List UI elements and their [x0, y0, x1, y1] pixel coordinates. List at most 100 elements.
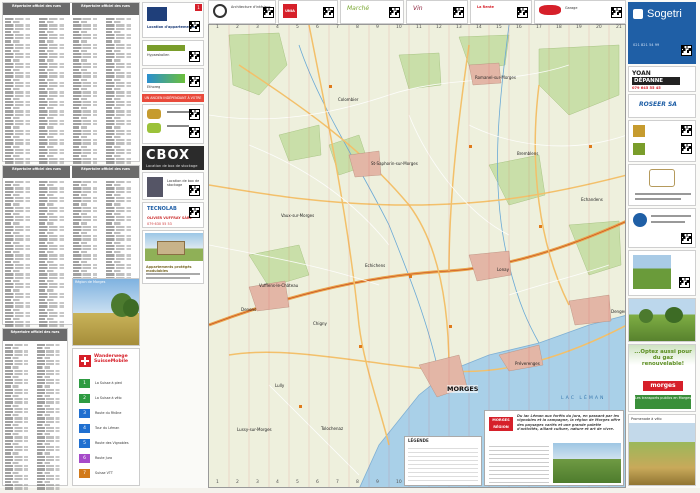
intro-text: Du lac Léman aux forêts du Jura, en pass…	[517, 414, 621, 431]
logo-icon	[147, 123, 161, 133]
ad-chalet[interactable]	[628, 164, 696, 206]
qr-code-icon	[189, 109, 200, 120]
brand-line: SuisseMobile	[94, 359, 129, 364]
index-heading: Répertoire officiel des rues	[72, 166, 139, 178]
qr-code-icon	[189, 185, 200, 196]
phone: 021 821 54 99	[633, 43, 660, 47]
grid-number: 9	[376, 25, 379, 30]
brand-name: Sogetri	[647, 8, 682, 20]
qr-code-icon	[263, 7, 274, 18]
top-ad-wine[interactable]: Vin	[406, 0, 468, 24]
place-label[interactable]: Lonay	[497, 267, 509, 272]
index-column	[38, 17, 70, 165]
photo-caption: Promenade à vélo	[631, 417, 662, 421]
route-symbol-label: Tour du Léman	[95, 426, 120, 430]
place-label[interactable]: St-Saphorin-sur-Morges	[371, 161, 418, 166]
map-sheet: Répertoire officiel des rues Répertoire …	[0, 0, 700, 490]
qr-code-icon	[389, 7, 400, 18]
ad-misc[interactable]	[628, 120, 696, 162]
place-label[interactable]: Préverenges	[515, 361, 540, 366]
brand-name: DÉPANNE	[632, 77, 680, 85]
sogetri-icon	[633, 9, 643, 19]
place-label[interactable]: Bremblens	[517, 151, 538, 156]
top-ad-unia[interactable]: UNIA	[278, 0, 338, 24]
top-ad-architecture[interactable]: Architecture d'intérieur	[208, 0, 276, 24]
ad-title: Vin	[413, 5, 423, 12]
grid-number: 3	[256, 25, 259, 30]
place-label[interactable]: Lussy-sur-Morges	[237, 427, 272, 432]
ad-apartments-photo[interactable]: Appartements protégés modulables	[142, 230, 204, 284]
top-ad-garage[interactable]: Garage	[534, 0, 626, 24]
ad-vineyard-photo: Promenade à vélo	[628, 414, 696, 486]
grid-number: 19	[576, 25, 582, 30]
ad-ethoreg[interactable]: Ethoreg	[142, 68, 204, 92]
grid-number: 2	[236, 480, 239, 485]
ad-renewable-gas[interactable]: ...Optez aussi pour du gaz renouvelable!…	[628, 344, 696, 412]
route-symbol-icon: 2	[79, 394, 90, 403]
unia-logo: UNIA	[283, 4, 297, 18]
qr-code-icon	[189, 207, 200, 218]
grid-number: 4	[276, 25, 279, 30]
place-label[interactable]: MORGES	[447, 385, 479, 393]
route-symbol-label: Route des Vignobles	[95, 441, 129, 445]
top-ad-rente[interactable]: La Rente	[470, 0, 532, 24]
ad-roseer[interactable]: ROSEER SA	[628, 94, 696, 118]
grid-number: 8	[356, 480, 359, 485]
ad-hypseskollen[interactable]: Hypseskollen	[142, 40, 204, 66]
index-column	[5, 180, 36, 328]
place-label[interactable]: Romanel-sur-Morges	[475, 75, 516, 80]
photo	[147, 177, 163, 197]
ad-plumbing[interactable]	[628, 208, 696, 248]
energy-slogan: ...Optez aussi pour du gaz renouvelable!	[634, 349, 692, 367]
grid-number: 10	[396, 25, 402, 30]
route-symbol-icon: 3	[79, 409, 90, 418]
index-column	[38, 180, 70, 328]
grid-number: 11	[416, 25, 422, 30]
place-label[interactable]: Tolochenaz	[321, 426, 343, 431]
map-legend[interactable]: LÉGENDE	[404, 436, 482, 486]
grid-number: 13	[456, 25, 462, 30]
ad-title: Hypseskollen	[147, 53, 170, 57]
logo-bar	[147, 74, 185, 83]
place-label[interactable]: Vufflens-le-Château	[259, 283, 298, 288]
brand-name: ROSEER SA	[639, 101, 677, 108]
place-label[interactable]: Echandens	[581, 197, 603, 202]
place-label[interactable]: Lully	[275, 383, 284, 388]
place-label[interactable]: Echichens	[365, 263, 385, 268]
ad-sogetri[interactable]: Sogetri 021 821 54 99	[628, 2, 696, 64]
qr-code-icon	[681, 233, 692, 244]
place-label[interactable]: Chigny	[313, 321, 327, 326]
index-block-3: Répertoire officiel des rues	[2, 328, 68, 490]
ad-apartments[interactable]: Location d'appartements 1	[142, 2, 204, 38]
qr-code-icon	[189, 127, 200, 138]
ad-garden[interactable]	[628, 250, 696, 296]
place-label[interactable]: Denges	[611, 309, 625, 314]
top-ad-market[interactable]: Marché	[340, 0, 404, 24]
grid-number: 6	[316, 25, 319, 30]
ad-tecnolab[interactable]: TECNOLAB OLIVIER VUFFRAY SÀRL 079 630 55…	[142, 202, 204, 228]
phone: 079 630 55 53	[147, 222, 172, 226]
grid-number: 6	[316, 480, 319, 485]
ad-storage[interactable]: Location de box de stockage	[142, 172, 204, 200]
route-symbol-icon: 6	[79, 454, 90, 463]
ad-services[interactable]	[142, 104, 204, 144]
route-symbol-label: Route Jura	[95, 456, 113, 460]
grid-number: 15	[496, 25, 502, 30]
index-column	[72, 17, 104, 165]
ad-yoan-depanne[interactable]: YOAN DÉPANNE 079 645 55 45	[628, 66, 696, 92]
place-label[interactable]: Vaux-sur-Morges	[281, 213, 314, 218]
transports-banner: Les transports publics en Morges	[635, 395, 691, 409]
route-symbol-label: La Suisse à vélo	[95, 396, 122, 400]
route-symbol-label: La Suisse à pied	[95, 381, 122, 385]
grid-number: 12	[436, 25, 442, 30]
logo-icon	[633, 213, 647, 227]
ad-title: La Rente	[477, 5, 494, 9]
grid-number: 2	[236, 25, 239, 30]
logo-icon	[213, 4, 227, 18]
place-label[interactable]: Denens	[241, 307, 256, 312]
ad-cbox[interactable]: CBOX Location de box de stockage	[142, 146, 204, 170]
place-label[interactable]: LAC LÉMAN	[561, 396, 605, 401]
logo-bar	[147, 45, 185, 51]
place-label[interactable]: Colombier	[338, 97, 358, 102]
car-logo-icon	[539, 5, 561, 15]
